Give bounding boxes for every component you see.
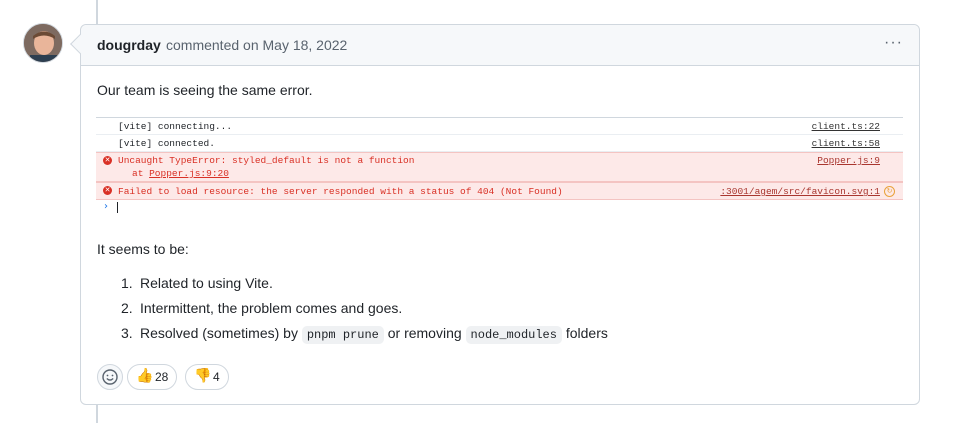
- console-source-link: client.ts:58: [811, 138, 880, 149]
- console-row: [vite] connecting... client.ts:22: [96, 118, 903, 135]
- thumbs-down-icon: 👎: [194, 368, 212, 384]
- reaction-thumbs-down-button[interactable]: 👎 4: [185, 364, 229, 390]
- console-message: [vite] connected.: [118, 138, 215, 149]
- console-error-stack: at Popper.js:9:20: [132, 168, 229, 179]
- comment-text: It seems to be:: [97, 241, 189, 257]
- list-text-part: Resolved (sometimes) by: [140, 325, 302, 341]
- warning-icon: ↻: [884, 186, 895, 197]
- console-prompt-icon: ›: [104, 201, 108, 212]
- list-number: 2.: [121, 300, 133, 316]
- reaction-count: 4: [213, 370, 220, 384]
- console-row: [vite] connected. client.ts:58: [96, 135, 903, 152]
- console-error-message: Failed to load resource: the server resp…: [118, 186, 563, 197]
- console-cursor: [117, 202, 118, 213]
- console-source-link: Popper.js:9: [817, 155, 880, 166]
- comment-text: Our team is seeing the same error.: [97, 82, 313, 98]
- console-source-link: :3001/agem/src/favicon.svg:1: [720, 186, 880, 197]
- list-text: Intermittent, the problem comes and goes…: [140, 300, 403, 316]
- console-error-message: Uncaught TypeError: styled_default is no…: [118, 155, 415, 166]
- list-text-part: or removing: [383, 325, 466, 341]
- author-link[interactable]: dougrday: [97, 37, 161, 53]
- list-number: 1.: [121, 275, 133, 291]
- avatar[interactable]: [23, 23, 63, 63]
- smiley-icon[interactable]: [97, 364, 123, 390]
- console-screenshot: [vite] connecting... client.ts:22 [vite]…: [96, 117, 903, 221]
- comment-box: dougrday commented on May 18, 2022 ··· O…: [70, 24, 920, 405]
- console-message: [vite] connecting...: [118, 121, 233, 132]
- console-error-row: ✕ Failed to load resource: the server re…: [96, 182, 903, 200]
- reaction-count: 28: [155, 370, 169, 384]
- list-text-part: folders: [561, 325, 608, 341]
- error-circle-icon: ✕: [103, 156, 112, 165]
- comment-timestamp[interactable]: commented on May 18, 2022: [166, 37, 347, 53]
- console-source-link: client.ts:22: [811, 121, 880, 132]
- inline-code: pnpm prune: [301, 326, 384, 344]
- stack-link: Popper.js:9:20: [149, 168, 229, 179]
- console-error-row: ✕ Uncaught TypeError: styled_default is …: [96, 152, 903, 182]
- list-number: 3.: [121, 325, 133, 341]
- reaction-thumbs-up-button[interactable]: 👍 28: [127, 364, 177, 390]
- error-circle-icon: ✕: [103, 186, 112, 195]
- list-text: Resolved (sometimes) by pnpm prune or re…: [140, 325, 608, 344]
- inline-code: node_modules: [465, 326, 562, 344]
- list-text: Related to using Vite.: [140, 275, 273, 291]
- stack-prefix: at: [132, 168, 150, 179]
- thumbs-up-icon: 👍: [136, 368, 154, 384]
- timeline-line: [96, 0, 98, 24]
- comment-header: dougrday commented on May 18, 2022 ···: [81, 25, 919, 66]
- timeline-line: [96, 405, 98, 423]
- kebab-horizontal-icon[interactable]: ···: [884, 34, 903, 52]
